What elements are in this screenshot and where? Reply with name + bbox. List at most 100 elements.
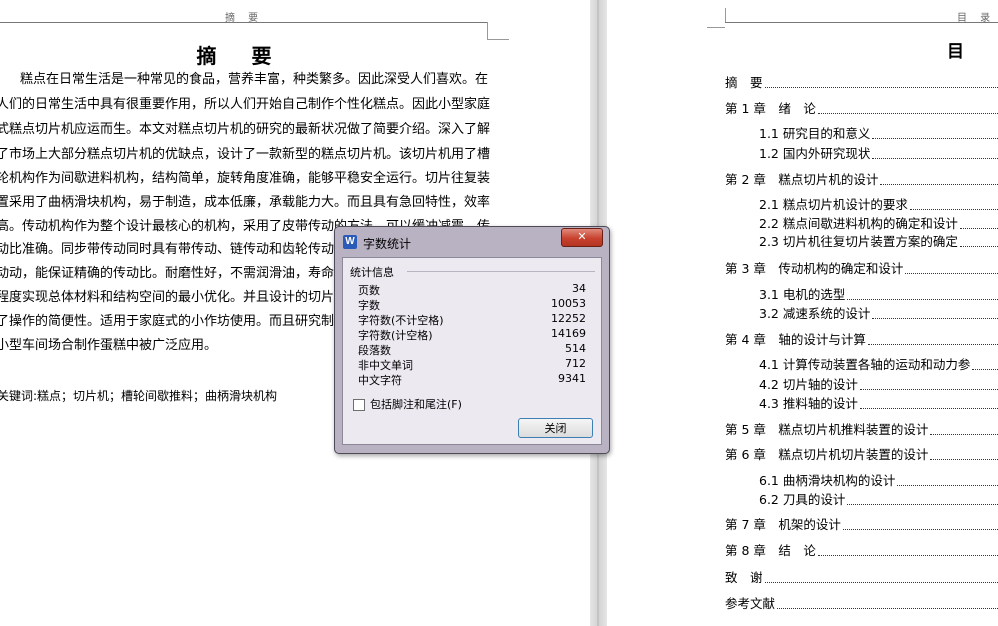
header-rule (725, 22, 998, 23)
toc-entry[interactable]: 致 谢 (725, 570, 998, 586)
toc-entry[interactable]: 第 6 章 糕点切片机切片装置的设计 (725, 447, 998, 463)
toc-entry[interactable]: 1.2 国内外研究现状 (759, 146, 998, 162)
abstract-line: 了操作的简便性。适用于家庭式的小作坊使用。而且研究制 (0, 314, 335, 329)
toc-leader (905, 273, 998, 274)
stat-row-pages: 页数 34 (358, 282, 586, 297)
stat-label: 字数 (358, 299, 380, 312)
toc-entry-text: 4.2 切片轴的设计 (759, 377, 858, 392)
stat-value: 12252 (551, 312, 586, 325)
toc-leader (872, 318, 998, 319)
toc-leader (859, 389, 998, 390)
toc-leader (872, 158, 998, 159)
include-footnotes-checkbox[interactable] (353, 399, 365, 411)
toc-entry[interactable]: 第 4 章 轴的设计与计算 (725, 332, 998, 348)
toc-entry-text: 2.3 切片机往复切片装置方案的确定 (759, 234, 958, 249)
stat-value: 9341 (558, 372, 586, 385)
toc-entry-text: 2.1 糕点切片机设计的要求 (759, 197, 908, 212)
toc-entry-text: 参考文献 (725, 596, 776, 611)
toc-entry[interactable]: 4.3 推料轴的设计 (759, 396, 998, 412)
stat-value: 712 (565, 357, 586, 370)
include-footnotes-option[interactable]: 包括脚注和尾注(F) (353, 396, 462, 412)
group-label: 统计信息 (350, 266, 394, 279)
toc-entry-text: 致 谢 (725, 570, 763, 585)
stat-row-chars-with-spaces: 字符数(计空格) 14169 (358, 327, 586, 342)
margin-corner-mark (487, 22, 488, 39)
toc-entry[interactable]: 4.2 切片轴的设计 (759, 377, 998, 393)
stat-row-paragraphs: 段落数 514 (358, 342, 586, 357)
toc-leader (872, 138, 998, 139)
abstract-line: 置采用了曲柄滑块机构，易于制造，成本低廉，承载能力大。而且具有急回特性，效率 (0, 195, 491, 210)
margin-corner-mark (725, 8, 726, 22)
toc-entry-text: 4.1 计算传动装置各轴的运动和动力参 (759, 357, 971, 372)
toc-entry-text: 1.2 国内外研究现状 (759, 146, 871, 161)
wps-app-icon: W (343, 235, 357, 249)
toc-entry[interactable]: 3.1 电机的选型 (759, 287, 998, 303)
toc-entry[interactable]: 3.2 减速系统的设计 (759, 306, 998, 322)
stat-label: 中文字符 (358, 374, 402, 387)
dialog-body: 统计信息 页数 34 字数 10053 字符数(不计空格) 12252 字符数(… (342, 257, 602, 445)
toc-entry[interactable]: 2.2 糕点间歇进料机构的确定和设计 (759, 216, 998, 232)
toc-entry[interactable]: 摘 要 (725, 75, 998, 91)
toc-leader (764, 582, 998, 583)
stat-label: 字符数(计空格) (358, 329, 433, 342)
toc-entry[interactable]: 6.1 曲柄滑块机构的设计 (759, 473, 998, 489)
toc-leader (764, 87, 998, 88)
toc-entry[interactable]: 第 7 章 机架的设计 (725, 517, 998, 533)
stat-label: 非中文单词 (358, 359, 413, 372)
toc-entry[interactable]: 4.1 计算传动装置各轴的运动和动力参 (759, 357, 998, 373)
toc-title: 目 录 (947, 42, 998, 62)
toc-entry-text: 6.2 刀具的设计 (759, 492, 846, 507)
dialog-title: 字数统计 (363, 237, 412, 251)
toc-leader (777, 608, 998, 609)
toc-entry-text: 3.1 电机的选型 (759, 287, 846, 302)
toc-entry-text: 第 7 章 机架的设计 (725, 517, 841, 532)
toc-leader (847, 299, 998, 300)
toc-entry-text: 第 6 章 糕点切片机切片装置的设计 (725, 447, 929, 462)
abstract-line: 糕点在日常生活是一种常见的食品，营养丰富，种类繁多。因此深受人们喜欢。在 (20, 72, 489, 87)
abstract-line: 人们的日常生活中具有很重要作用，所以人们开始自己制作个性化糕点。因此小型家庭 (0, 97, 491, 112)
close-icon[interactable]: ✕ (561, 228, 603, 247)
toc-leader (909, 209, 998, 210)
stat-label: 字符数(不计空格) (358, 314, 444, 327)
toc-leader (880, 184, 998, 185)
toc-entry[interactable]: 第 1 章 绪 论 (725, 101, 998, 117)
stat-row-non-chinese-words: 非中文单词 712 (358, 357, 586, 372)
document-page-right: 目 录 目 录 摘 要 第 1 章 绪 论 1.1 研究目的和意义 1.2 国内… (607, 0, 998, 626)
header-rule (0, 22, 487, 23)
abstract-line: 动比准确。同步带传动同时具有带传动、链传动和齿轮传动 (0, 242, 335, 257)
stat-value: 34 (572, 282, 586, 295)
abstract-line: 动动，能保证精确的传动比。耐磨性好，不需润滑油，寿命 (0, 266, 335, 281)
toc-entry[interactable]: 1.1 研究目的和意义 (759, 126, 998, 142)
toc-leader (847, 504, 998, 505)
toc-entry[interactable]: 2.3 切片机往复切片装置方案的确定 (759, 234, 998, 250)
toc-leader (897, 485, 998, 486)
margin-corner-mark (707, 27, 725, 28)
toc-entry-text: 第 1 章 绪 论 (725, 101, 816, 116)
toc-leader (817, 113, 998, 114)
toc-entry-text: 第 5 章 糕点切片机推料装置的设计 (725, 422, 929, 437)
toc-entry-text: 摘 要 (725, 75, 763, 90)
toc-entry[interactable]: 第 5 章 糕点切片机推料装置的设计 (725, 422, 998, 438)
close-button[interactable]: 关闭 (518, 418, 593, 438)
toc-entry-text: 第 4 章 轴的设计与计算 (725, 332, 866, 347)
abstract-line: 程度实现总体材料和结构空间的最小优化。并且设计的切片 (0, 290, 335, 305)
toc-entry[interactable]: 第 8 章 结 论 (725, 543, 998, 559)
stat-label: 段落数 (358, 344, 391, 357)
toc-entry-text: 2.2 糕点间歇进料机构的确定和设计 (759, 216, 958, 231)
toc-entry[interactable]: 6.2 刀具的设计 (759, 492, 998, 508)
toc-entry[interactable]: 第 3 章 传动机构的确定和设计 (725, 261, 998, 277)
dialog-titlebar[interactable]: W 字数统计 ✕ (335, 227, 609, 257)
toc-entry-text: 第 8 章 结 论 (725, 543, 816, 558)
abstract-line: 了市场上大部分糕点切片机的优缺点，设计了一款新型的糕点切片机。该切片机用了槽 (0, 147, 491, 162)
toc-entry[interactable]: 参考文献 (725, 596, 998, 612)
toc-entry[interactable]: 第 2 章 糕点切片机的设计 (725, 172, 998, 188)
toc-leader (859, 408, 998, 409)
toc-leader (817, 555, 998, 556)
toc-leader (930, 434, 998, 435)
checkbox-label: 包括脚注和尾注(F) (370, 398, 462, 411)
stat-row-words: 字数 10053 (358, 297, 586, 312)
toc-leader (930, 459, 998, 460)
toc-entry[interactable]: 2.1 糕点切片机设计的要求 (759, 197, 998, 213)
toc-entry-text: 1.1 研究目的和意义 (759, 126, 871, 141)
stat-label: 页数 (358, 284, 380, 297)
